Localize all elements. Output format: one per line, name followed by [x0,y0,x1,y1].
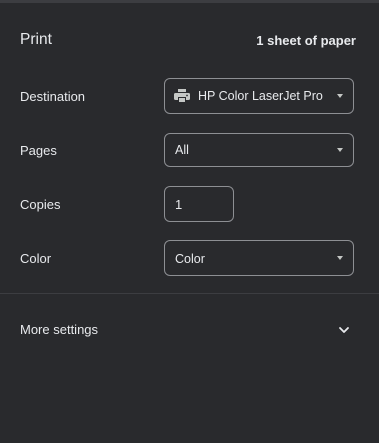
caret-down-icon [337,256,343,260]
printer-icon [174,89,190,103]
sheet-count-summary: 1 sheet of paper [256,33,356,48]
pages-value: All [175,143,189,157]
color-select[interactable]: Color [164,240,354,276]
color-value: Color [175,252,205,266]
color-label: Color [20,251,52,266]
pages-select[interactable]: All [164,133,354,167]
caret-down-icon [337,148,343,152]
chevron-down-icon [339,327,349,333]
more-settings-label: More settings [20,322,99,337]
caret-down-icon [337,94,343,98]
print-settings-panel: Print 1 sheet of paper Destination HP Co… [0,0,379,443]
destination-select[interactable]: HP Color LaserJet Pro M [164,78,354,114]
copies-input[interactable] [164,186,234,222]
top-divider [0,0,379,3]
pages-label: Pages [20,143,57,158]
copies-label: Copies [20,197,61,212]
more-settings-toggle[interactable]: More settings [0,312,379,348]
section-divider [0,293,379,294]
destination-label: Destination [20,89,86,104]
page-title: Print [20,31,52,48]
destination-value: HP Color LaserJet Pro M [198,89,324,103]
